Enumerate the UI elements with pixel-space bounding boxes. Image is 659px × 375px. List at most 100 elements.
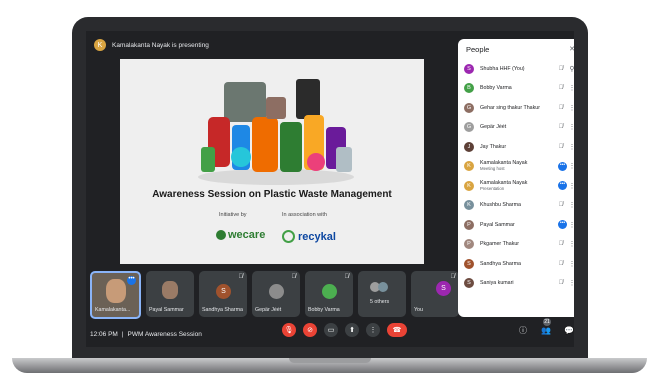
present-button[interactable]: ⬆ [345,323,359,337]
call-controls: 🎙 ⊘ ▭ ⬆ ⋮ ☎ [282,323,407,337]
more-options-icon[interactable]: ⋮ [567,84,575,92]
participant-info: Gepär Jėėt [480,124,555,130]
more-options-icon[interactable]: ⋮ [567,201,575,209]
mic-off-icon: 🎙̸ [558,280,564,287]
participant-info: Khushbu Sharma [480,202,555,208]
participant-info: Gehar sing thakur Thakur [480,105,555,111]
info-icon[interactable]: ⓘ [516,323,530,337]
more-options-icon[interactable]: ⋮ [567,143,575,151]
people-list-item[interactable]: G Gehar sing thakur Thakur 🎙̸ ⋮ [458,98,574,118]
mic-off-icon: 🎙̸ [344,274,350,280]
participant-tile[interactable]: ••• Kamalakanta... [90,271,141,319]
participant-avatar: B [464,83,474,94]
participant-tile[interactable]: 🎙̸ S You [411,271,459,317]
more-options-icon[interactable]: ⋮ [567,260,575,268]
participant-name: Sandhya Sharma [202,307,243,313]
more-options-button[interactable]: ⋮ [366,323,380,337]
mic-off-icon: 🎙̸ [558,104,564,111]
more-options-icon[interactable]: ⋮ [567,182,575,190]
more-options-icon[interactable]: ⋮ [567,240,575,248]
participant-info: Kamalakanta Nayak Meeting host [480,160,558,172]
participants-count-badge: 21 [543,318,551,326]
participant-tile[interactable]: 🎙̸ Gepär Jėėt [252,271,300,317]
people-list-item[interactable]: S Shubha HHF (You) 🎙̸ ⚲ [458,59,574,79]
meet-screen: K Kamalakanta Nayak is presenting Awaren… [86,31,574,347]
participant-name: Payal Sammar [149,307,184,313]
participant-avatar: P [464,219,474,230]
people-list-item[interactable]: K Kamalakanta Nayak Presentation ••• ⋮ [458,176,574,196]
people-list-item[interactable]: P Pkgamer Thakur 🎙̸ ⋮ [458,235,574,255]
people-panel-header: People ✕ [458,39,574,59]
side-controls: ⓘ 👥21 💬 △ [516,318,574,337]
speaking-indicator-icon: ••• [558,181,567,191]
people-list-item[interactable]: B Bobby Varma 🎙̸ ⋮ [458,79,574,99]
participant-name: Khushbu Sharma [480,202,521,209]
people-icon[interactable]: 👥 21 [539,318,553,337]
association-label: In association with [282,212,327,218]
participant-name: Bobby Varma [308,307,340,313]
end-call-button[interactable]: ☎ [387,323,407,337]
presenting-bar: K Kamalakanta Nayak is presenting [86,31,456,59]
participant-name: Pkgamer Thakur [480,241,520,248]
pin-icon[interactable]: ⚲ [567,65,574,73]
participant-avatar: G [464,122,474,133]
participant-info: Kamalakanta Nayak Presentation [480,180,558,192]
more-options-icon[interactable]: ••• [127,276,136,285]
participant-name: Saniya kumari [480,280,514,287]
participant-info: Pkgamer Thakur [480,241,555,247]
participant-info: Jay Thakur [480,144,555,150]
more-options-icon[interactable]: ⋮ [567,123,575,131]
mic-off-icon: 🎙̸ [558,202,564,209]
participant-name: Payal Sammar [480,221,515,228]
participant-tile[interactable]: 🎙̸ S Sandhya Sharma [199,271,247,317]
participant-tile[interactable]: 5 others [358,271,406,317]
participant-avatar: K [464,180,474,191]
presenting-label: Kamalakanta Nayak is presenting [112,41,209,49]
participant-avatar: K [464,161,474,172]
participant-role: Meeting host [480,166,505,172]
captions-button[interactable]: ▭ [324,323,338,337]
participant-avatar [269,284,284,299]
people-list: S Shubha HHF (You) 🎙̸ ⚲ B Bobby Varma 🎙̸ ⋮ G Geha… [458,59,574,293]
initiative-label: Initiative by [219,212,247,218]
participant-avatar: S [464,63,474,74]
people-list-item[interactable]: S Saniya kumari 🎙̸ ⋮ [458,274,574,294]
participant-name: Gepär Jėėt [255,307,282,313]
presentation-slide: Awareness Session on Plastic Waste Manag… [120,59,424,264]
laptop-notch [289,358,371,363]
slide-title: Awareness Session on Plastic Waste Manag… [152,189,392,200]
people-list-item[interactable]: S Sandhya Sharma 🎙̸ ⋮ [458,254,574,274]
participant-tile[interactable]: Payal Sammar [146,271,194,317]
speaking-indicator-icon: ••• [558,161,567,171]
participant-photo [162,281,178,299]
meeting-name: PWM Awareness Session [127,330,202,338]
participant-name: Gehar sing thakur Thakur [480,104,540,111]
more-options-icon[interactable]: ⋮ [567,104,575,112]
participant-name: Gepär Jėėt [480,124,507,131]
participant-tile[interactable]: 🎙̸ Bobby Varma [305,271,353,317]
plastic-waste-image [198,79,354,185]
more-options-icon[interactable]: ⋮ [567,221,575,229]
mic-off-icon: 🎙̸ [558,241,564,248]
participant-avatar: S [216,284,231,299]
participant-avatar [322,284,337,299]
people-list-item[interactable]: K Kamalakanta Nayak Meeting host ••• ⋮ [458,157,574,177]
people-list-item[interactable]: J Jay Thakur 🎙̸ ⋮ [458,137,574,157]
participant-info: Bobby Varma [480,85,555,91]
mic-off-icon: 🎙̸ [450,274,456,280]
people-list-item[interactable]: K Khushbu Sharma 🎙̸ ⋮ [458,196,574,216]
wecare-logo: wecare [216,229,265,241]
camera-toggle-button[interactable]: ⊘ [303,323,317,337]
mic-toggle-button[interactable]: 🎙 [282,323,296,337]
speaking-indicator-icon: ••• [558,220,567,230]
participant-role: Presentation [480,185,505,191]
mic-off-icon: 🎙̸ [291,274,297,280]
people-list-item[interactable]: G Gepär Jėėt 🎙̸ ⋮ [458,118,574,138]
more-options-icon[interactable]: ⋮ [567,162,575,170]
close-icon[interactable]: ✕ [569,45,574,53]
chat-icon[interactable]: 💬 [562,323,574,337]
people-list-item[interactable]: P Payal Sammar ••• ⋮ [458,215,574,235]
meeting-time: 12:06 PM [90,330,118,338]
mic-off-icon: 🎙̸ [558,260,564,267]
more-options-icon[interactable]: ⋮ [567,279,575,287]
